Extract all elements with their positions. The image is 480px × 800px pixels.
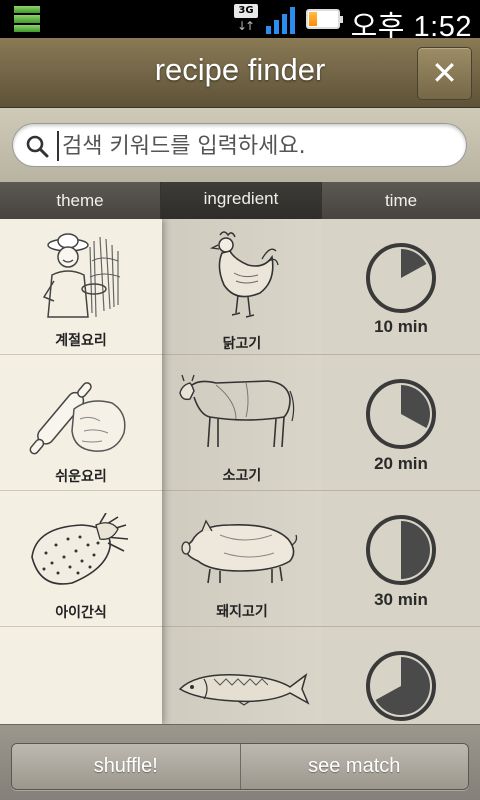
ingredient-label: 닭고기: [222, 336, 262, 352]
theme-column[interactable]: 계절요리 쉬운요리 아이간식: [0, 219, 162, 724]
ingredient-label: 돼지고기: [216, 604, 268, 620]
timer-pie-icon: [366, 651, 436, 721]
theme-label: 계절요리: [55, 333, 107, 349]
theme-item[interactable]: 계절요리: [0, 219, 162, 355]
app-header: recipe finder ✕: [0, 38, 480, 108]
search-icon: [26, 135, 49, 158]
network-type: 3G: [234, 4, 258, 18]
rolling-pin-dough-icon: [29, 382, 126, 455]
ingredient-column[interactable]: 닭고기 소고기 돼지고기: [162, 219, 322, 724]
strawberry-icon: [31, 513, 129, 585]
ingredient-item[interactable]: 닭고기: [162, 219, 322, 355]
timer-pie-icon: [366, 515, 436, 585]
shuffle-button[interactable]: shuffle!: [12, 744, 240, 789]
close-button[interactable]: ✕: [417, 47, 472, 100]
theme-item[interactable]: 쉬운요리: [0, 355, 162, 491]
time-label: 30 min: [374, 590, 428, 609]
theme-label: 쉬운요리: [55, 469, 107, 485]
recipe-wheels: 계절요리 쉬운요리 아이간식 닭고기 소고기 돼지고기 10 min 20 mi…: [0, 219, 480, 724]
theme-item[interactable]: [0, 627, 162, 724]
pig-icon: [181, 519, 298, 584]
category-tabs: theme ingredient time: [0, 182, 480, 219]
search-field[interactable]: [12, 123, 467, 167]
time-item[interactable]: 30 min: [322, 491, 480, 627]
close-icon: ✕: [431, 54, 458, 92]
search-bar: [0, 108, 480, 182]
fish-icon: [178, 673, 310, 706]
signal-strength-icon: [266, 6, 300, 34]
battery-icon: [306, 9, 343, 29]
page-title: recipe finder: [154, 52, 326, 87]
time-label: 20 min: [374, 454, 428, 473]
bottom-bar: shuffle! see match: [0, 724, 480, 800]
status-bar: 3G ↓↑ 오후 1:52: [0, 0, 480, 43]
theme-item[interactable]: 아이간식: [0, 491, 162, 627]
see-match-button[interactable]: see match: [239, 744, 468, 789]
ingredient-item[interactable]: 소고기: [162, 355, 322, 491]
cow-icon: [179, 374, 295, 448]
timer-pie-icon: [366, 243, 436, 313]
battery-level: [309, 12, 317, 26]
time-column[interactable]: 10 min 20 min 30 min: [322, 219, 480, 724]
action-buttons: shuffle! see match: [11, 743, 469, 790]
tab-ingredient[interactable]: ingredient: [161, 182, 322, 219]
app-drawer-icon: [14, 6, 40, 32]
tab-theme[interactable]: theme: [0, 182, 161, 219]
ingredient-item[interactable]: 돼지고기: [162, 491, 322, 627]
time-item[interactable]: [322, 627, 480, 724]
timer-pie-icon: [366, 379, 436, 449]
theme-label: 아이간식: [55, 605, 107, 621]
time-item[interactable]: 10 min: [322, 219, 480, 355]
data-arrows-icon: ↓↑: [237, 19, 255, 33]
search-input[interactable]: [57, 131, 457, 161]
chicken-icon: [209, 231, 279, 318]
harvest-farmer-icon: [42, 233, 121, 318]
ingredient-item[interactable]: [162, 627, 322, 724]
time-label: 10 min: [374, 317, 428, 336]
tab-time[interactable]: time: [322, 182, 480, 219]
time-item[interactable]: 20 min: [322, 355, 480, 491]
ingredient-label: 소고기: [222, 468, 262, 484]
network-3g-icon: 3G ↓↑: [234, 4, 258, 34]
